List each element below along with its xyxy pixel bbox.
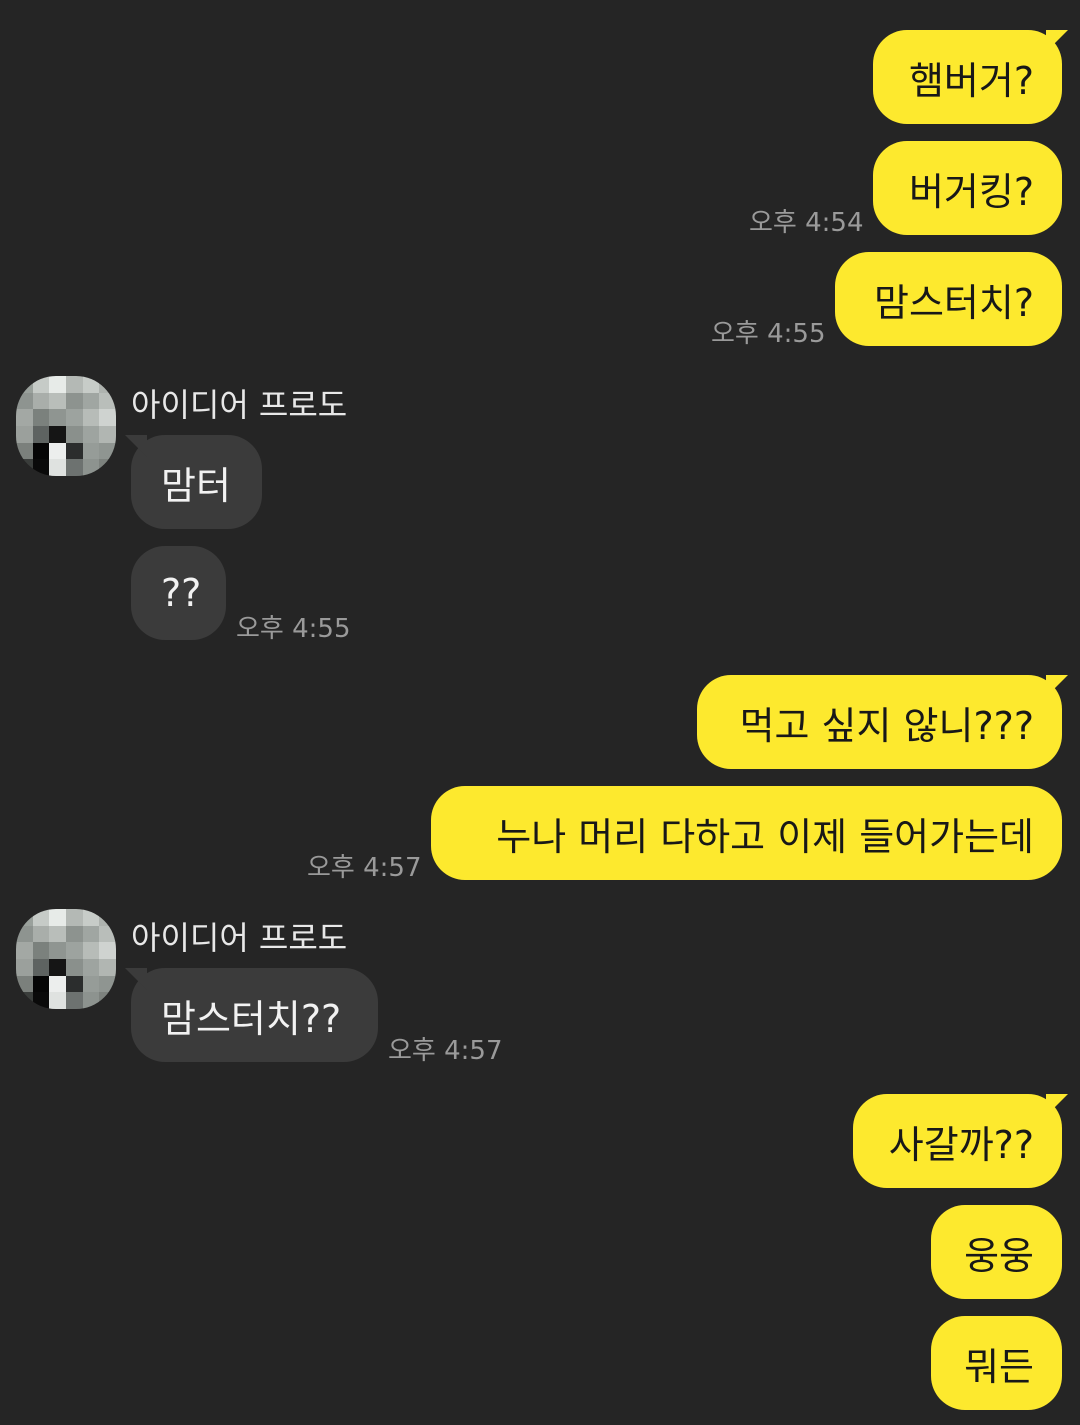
message-text: 맘스터치?? xyxy=(161,996,342,1041)
message-text: 뭐든 xyxy=(964,1344,1034,1389)
incoming-message-bubble[interactable]: 맘스터치?? xyxy=(125,968,378,1062)
message-timestamp: 오후 4:54 xyxy=(749,208,864,238)
message-text: 맘터 xyxy=(161,463,231,508)
message-text: 누나 머리 다하고 이제 들어가는데 xyxy=(496,814,1034,859)
outgoing-message-bubble[interactable]: 누나 머리 다하고 이제 들어가는데 xyxy=(431,786,1062,880)
message-text: ?? xyxy=(161,571,202,615)
chat-message-list[interactable]: 햄버거? 버거킹? 오후 4:54 맘스터치? 오후 4:55 아이디어 프로도… xyxy=(0,0,1080,1425)
message-text: 맘스터치? xyxy=(873,280,1034,325)
message-text: 웅웅 xyxy=(964,1233,1034,1278)
outgoing-message-bubble[interactable]: 사갈까?? xyxy=(853,1094,1068,1188)
message-text: 사갈까?? xyxy=(888,1122,1034,1167)
message-text: 햄버거? xyxy=(908,58,1034,103)
contact-avatar[interactable] xyxy=(16,376,116,476)
message-timestamp: 오후 4:55 xyxy=(711,319,826,349)
outgoing-message-bubble[interactable]: 버거킹? xyxy=(873,141,1062,235)
message-timestamp: 오후 4:55 xyxy=(236,614,351,644)
contact-name[interactable]: 아이디어 프로도 xyxy=(131,380,347,426)
outgoing-message-bubble[interactable]: 웅웅 xyxy=(931,1205,1062,1299)
outgoing-message-bubble[interactable]: 뭐든 xyxy=(931,1316,1062,1410)
outgoing-message-bubble[interactable]: 맘스터치? xyxy=(835,252,1062,346)
contact-avatar[interactable] xyxy=(16,909,116,1009)
outgoing-message-bubble[interactable]: 햄버거? xyxy=(873,30,1068,124)
message-text: 먹고 싶지 않니??? xyxy=(739,703,1034,748)
incoming-message-bubble[interactable]: 맘터 xyxy=(125,435,262,529)
message-timestamp: 오후 4:57 xyxy=(307,853,422,883)
outgoing-message-bubble[interactable]: 먹고 싶지 않니??? xyxy=(697,675,1068,769)
message-timestamp: 오후 4:57 xyxy=(388,1036,503,1066)
contact-name[interactable]: 아이디어 프로도 xyxy=(131,913,347,959)
message-text: 버거킹? xyxy=(908,169,1034,214)
incoming-message-bubble[interactable]: ?? xyxy=(131,546,226,640)
